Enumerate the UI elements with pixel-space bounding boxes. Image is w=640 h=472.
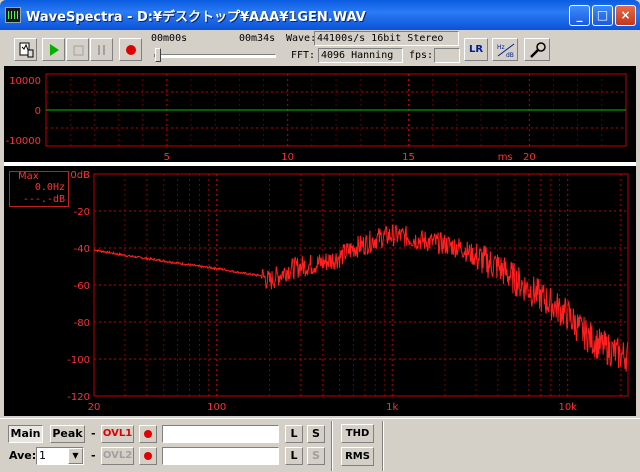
lr-icon: LR <box>469 44 483 55</box>
minimize-button[interactable]: _ <box>569 5 590 26</box>
record-ch1-button[interactable] <box>139 425 157 443</box>
waveform-panel[interactable]: 10000 0 -10000 5 10 15 20 ms <box>4 66 636 163</box>
app-icon[interactable] <box>5 7 21 23</box>
spectrum-y-tick-label: -20 <box>74 207 90 218</box>
settings-button[interactable] <box>524 38 550 61</box>
bottom-controls: Main Peak - OVL1 L S Ave: 1 ▼ - OVL2 L S… <box>0 418 640 472</box>
max-level: ---.-dB <box>22 194 65 205</box>
max-readout-box: Max 0.0Hz ---.-dB <box>9 171 69 207</box>
l1-button[interactable]: L <box>285 425 303 443</box>
spectrum-y-tick-label: -100 <box>67 355 90 366</box>
chevron-down-icon[interactable]: ▼ <box>68 448 83 464</box>
divider <box>331 421 333 471</box>
waveform-x-tick-label: 5 <box>164 152 170 162</box>
waveform-x-unit: ms <box>498 152 513 162</box>
s2-button[interactable]: S <box>307 447 325 465</box>
lr-channel-button[interactable]: LR <box>464 38 488 61</box>
spectrum-trace <box>93 224 629 372</box>
play-icon <box>50 44 59 56</box>
spectrum-x-tick-label: 20 <box>88 402 101 413</box>
wave-label: Wave: <box>286 33 317 44</box>
fps-field <box>434 48 460 63</box>
time-end: 00m34s <box>239 33 276 44</box>
stop-button[interactable] <box>66 38 89 61</box>
ave-value: 1 <box>39 449 46 462</box>
maximize-button[interactable]: □ <box>592 5 613 26</box>
open-file-icon <box>19 42 34 58</box>
waveform-y-tick-label: 0 <box>35 106 41 117</box>
pause-button[interactable] <box>90 38 113 61</box>
spectrum-x-tick-label: 100 <box>207 402 226 413</box>
window-title: WaveSpectra - D:¥デスクトップ¥AAA¥1GEN.WAV <box>26 10 366 25</box>
separator-dash-2: - <box>91 449 96 462</box>
record-icon <box>126 45 136 55</box>
svg-text:dB: dB <box>506 52 514 58</box>
tab-main[interactable]: Main <box>8 425 43 443</box>
play-button[interactable] <box>42 38 65 61</box>
playback-slider-track[interactable] <box>154 54 276 58</box>
fft-setting-field: 4096 Hanning <box>318 48 403 63</box>
open-file-button[interactable] <box>14 38 37 61</box>
spectrum-y-tick-label: -60 <box>74 281 90 292</box>
waveform-y-tick-label: -10000 <box>6 136 41 147</box>
waveform-y-tick-label: 10000 <box>9 76 41 87</box>
spectrum-x-tick-label: 1k <box>386 402 398 413</box>
max-label: Max <box>18 171 39 182</box>
fps-label: fps: <box>409 50 434 61</box>
time-start: 00m00s <box>151 33 188 44</box>
stop-icon <box>73 45 84 56</box>
max-freq: 0.0Hz <box>34 182 65 193</box>
waveform-chart: 10000 0 -10000 5 10 15 20 ms <box>6 73 627 163</box>
pause-icon <box>98 45 105 55</box>
record-button[interactable] <box>119 38 142 61</box>
svg-text:Hz: Hz <box>497 44 505 51</box>
title-bar[interactable]: WaveSpectra - D:¥デスクトップ¥AAA¥1GEN.WAV _ □… <box>0 0 640 30</box>
ovl2-indicator: OVL2 <box>101 447 134 465</box>
hz-db-icon: Hz dB <box>497 43 515 58</box>
ch1-name-field[interactable] <box>162 425 279 443</box>
separator-dash-1: - <box>91 427 96 440</box>
close-button[interactable]: × <box>615 5 636 26</box>
waveform-x-tick-label: 15 <box>402 152 415 162</box>
ave-select[interactable]: 1 ▼ <box>36 447 84 465</box>
spectrum-chart: 0dB -20 -40 -60 -80 -100 -12020 100 1k 10k <box>67 170 629 413</box>
spectrum-y-tick-label: -120 <box>67 392 90 403</box>
waveform-x-tick-label: 20 <box>523 152 536 162</box>
spectrum-y-tick-label: 0dB <box>70 170 90 181</box>
svg-text:LR: LR <box>469 44 483 55</box>
wave-format-field: 44100s/s 16bit Stereo <box>314 31 459 46</box>
hz-db-button[interactable]: Hz dB <box>492 38 518 61</box>
rms-button[interactable]: RMS <box>341 447 374 466</box>
tab-peak[interactable]: Peak <box>50 425 85 443</box>
ave-label: Ave: <box>9 449 37 462</box>
thd-button[interactable]: THD <box>341 424 374 443</box>
spectrum-x-tick-label: 10k <box>558 402 577 413</box>
wrench-icon <box>530 42 546 58</box>
l2-button[interactable]: L <box>285 447 303 465</box>
waveform-x-tick-label: 10 <box>281 152 294 162</box>
ovl1-indicator: OVL1 <box>101 425 134 443</box>
fft-label: FFT: <box>291 50 316 61</box>
spectrum-y-tick-label: -80 <box>74 318 90 329</box>
playback-slider-thumb[interactable] <box>155 48 161 62</box>
record-ch2-button[interactable] <box>139 447 157 465</box>
spectrum-y-tick-label: -40 <box>74 244 90 255</box>
toolbar: 00m00s 00m34s Wave: 44100s/s 16bit Stere… <box>4 30 636 66</box>
spectrum-panel[interactable]: 0dB -20 -40 -60 -80 -100 -120 20 100 1k 10k Max 0.… <box>4 166 636 416</box>
s1-button[interactable]: S <box>307 425 325 443</box>
ch2-name-field[interactable] <box>162 447 279 465</box>
divider <box>382 421 384 471</box>
